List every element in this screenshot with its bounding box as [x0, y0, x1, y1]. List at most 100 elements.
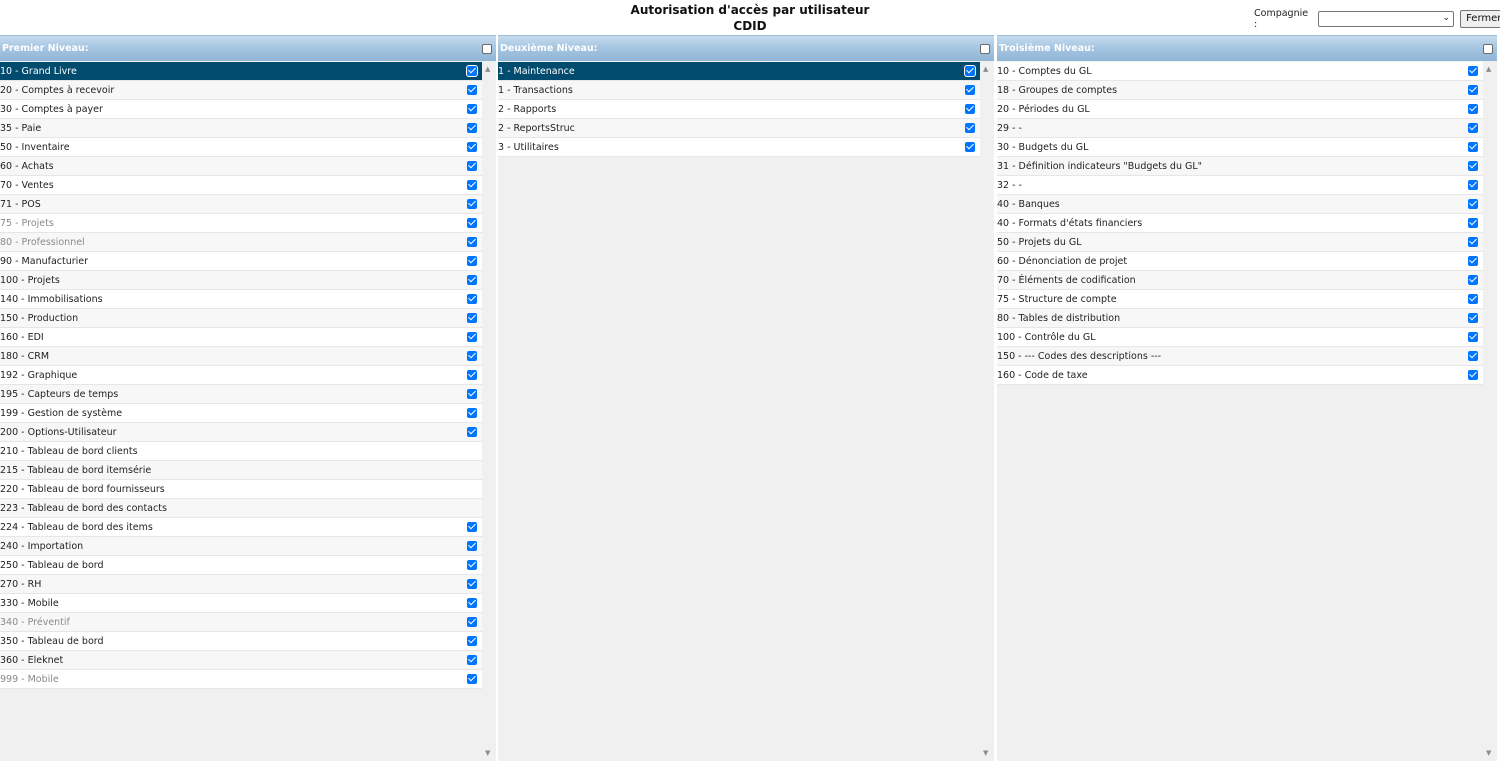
list-item[interactable]: 220 - Tableau de bord fournisseurs	[0, 480, 482, 499]
scrollbar[interactable]: ▲ ▼	[1483, 62, 1497, 761]
scroll-up-icon[interactable]: ▲	[485, 65, 490, 73]
item-checkbox[interactable]	[467, 351, 477, 361]
list-item[interactable]: 30 - Budgets du GL	[997, 138, 1483, 157]
item-checkbox[interactable]	[467, 218, 477, 228]
list-item[interactable]: 160 - Code de taxe	[997, 366, 1483, 385]
item-checkbox[interactable]	[467, 560, 477, 570]
item-checkbox[interactable]	[1468, 332, 1478, 342]
item-checkbox[interactable]	[1468, 294, 1478, 304]
list-item[interactable]: 150 - Production	[0, 309, 482, 328]
item-checkbox[interactable]	[467, 199, 477, 209]
item-checkbox[interactable]	[965, 104, 975, 114]
list-item[interactable]: 50 - Projets du GL	[997, 233, 1483, 252]
list-item[interactable]: 70 - Ventes	[0, 176, 482, 195]
item-checkbox[interactable]	[1468, 256, 1478, 266]
list-item[interactable]: 80 - Tables de distribution	[997, 309, 1483, 328]
list-item[interactable]: 10 - Comptes du GL	[997, 62, 1483, 81]
item-checkbox[interactable]	[467, 275, 477, 285]
list-item[interactable]: 60 - Achats	[0, 157, 482, 176]
list-item[interactable]: 20 - Comptes à recevoir	[0, 81, 482, 100]
select-all-checkbox[interactable]	[482, 43, 492, 54]
item-checkbox[interactable]	[467, 104, 477, 114]
scroll-down-icon[interactable]: ▼	[1486, 749, 1491, 757]
item-checkbox[interactable]	[467, 313, 477, 323]
item-checkbox[interactable]	[467, 180, 477, 190]
scroll-down-icon[interactable]: ▼	[983, 749, 988, 757]
item-checkbox[interactable]	[467, 598, 477, 608]
item-checkbox[interactable]	[467, 66, 477, 76]
scroll-down-icon[interactable]: ▼	[485, 749, 490, 757]
scrollbar[interactable]: ▲ ▼	[482, 62, 496, 761]
item-checkbox[interactable]	[1468, 104, 1478, 114]
list-item[interactable]: 200 - Options-Utilisateur	[0, 423, 482, 442]
list-item[interactable]: 20 - Périodes du GL	[997, 100, 1483, 119]
list-item[interactable]: 350 - Tableau de bord	[0, 632, 482, 651]
item-checkbox[interactable]	[965, 123, 975, 133]
item-checkbox[interactable]	[467, 370, 477, 380]
item-checkbox[interactable]	[1468, 161, 1478, 171]
list-item[interactable]: 30 - Comptes à payer	[0, 100, 482, 119]
item-checkbox[interactable]	[467, 674, 477, 684]
item-checkbox[interactable]	[1468, 218, 1478, 228]
list-item[interactable]: 100 - Projets	[0, 271, 482, 290]
item-checkbox[interactable]	[467, 617, 477, 627]
scroll-up-icon[interactable]: ▲	[1486, 65, 1491, 73]
list-item[interactable]: 250 - Tableau de bord	[0, 556, 482, 575]
item-checkbox[interactable]	[467, 142, 477, 152]
list-item[interactable]: 32 - -	[997, 176, 1483, 195]
item-checkbox[interactable]	[467, 332, 477, 342]
list-item[interactable]: 360 - Eleknet	[0, 651, 482, 670]
item-checkbox[interactable]	[1468, 237, 1478, 247]
item-checkbox[interactable]	[1468, 351, 1478, 361]
scroll-up-icon[interactable]: ▲	[983, 65, 988, 73]
item-checkbox[interactable]	[1468, 313, 1478, 323]
list-item[interactable]: 29 - -	[997, 119, 1483, 138]
list-item[interactable]: 40 - Banques	[997, 195, 1483, 214]
item-checkbox[interactable]	[467, 541, 477, 551]
list-item[interactable]: 90 - Manufacturier	[0, 252, 482, 271]
item-checkbox[interactable]	[467, 427, 477, 437]
item-checkbox[interactable]	[467, 161, 477, 171]
list-item[interactable]: 60 - Dénonciation de projet	[997, 252, 1483, 271]
list-item[interactable]: 3 - Utilitaires	[498, 138, 980, 157]
item-checkbox[interactable]	[1468, 85, 1478, 95]
item-checkbox[interactable]	[467, 655, 477, 665]
list-item[interactable]: 199 - Gestion de système	[0, 404, 482, 423]
list-item[interactable]: 10 - Grand Livre	[0, 62, 482, 81]
list-item[interactable]: 80 - Professionnel	[0, 233, 482, 252]
select-all-checkbox[interactable]	[980, 43, 990, 54]
item-checkbox[interactable]	[467, 237, 477, 247]
list-item[interactable]: 195 - Capteurs de temps	[0, 385, 482, 404]
list-item[interactable]: 240 - Importation	[0, 537, 482, 556]
list-item[interactable]: 35 - Paie	[0, 119, 482, 138]
item-checkbox[interactable]	[1468, 275, 1478, 285]
list-item[interactable]: 2 - ReportsStruc	[498, 119, 980, 138]
list-item[interactable]: 70 - Éléments de codification	[997, 271, 1483, 290]
item-checkbox[interactable]	[467, 389, 477, 399]
item-checkbox[interactable]	[467, 408, 477, 418]
item-checkbox[interactable]	[1468, 370, 1478, 380]
select-all-checkbox[interactable]	[1483, 43, 1493, 54]
list-item[interactable]: 340 - Préventif	[0, 613, 482, 632]
company-select[interactable]: ⌄	[1318, 11, 1455, 27]
list-item[interactable]: 215 - Tableau de bord itemsérie	[0, 461, 482, 480]
item-checkbox[interactable]	[1468, 142, 1478, 152]
list-item[interactable]: 210 - Tableau de bord clients	[0, 442, 482, 461]
list-item[interactable]: 999 - Mobile	[0, 670, 482, 689]
item-checkbox[interactable]	[467, 636, 477, 646]
list-item[interactable]: 1 - Maintenance	[498, 62, 980, 81]
item-checkbox[interactable]	[965, 66, 975, 76]
item-checkbox[interactable]	[467, 256, 477, 266]
list-item[interactable]: 330 - Mobile	[0, 594, 482, 613]
item-checkbox[interactable]	[467, 579, 477, 589]
list-item[interactable]: 192 - Graphique	[0, 366, 482, 385]
item-checkbox[interactable]	[1468, 66, 1478, 76]
list-item[interactable]: 2 - Rapports	[498, 100, 980, 119]
list-item[interactable]: 160 - EDI	[0, 328, 482, 347]
list-item[interactable]: 224 - Tableau de bord des items	[0, 518, 482, 537]
close-button[interactable]: Fermer	[1460, 10, 1500, 28]
item-checkbox[interactable]	[1468, 199, 1478, 209]
list-item[interactable]: 100 - Contrôle du GL	[997, 328, 1483, 347]
item-checkbox[interactable]	[467, 294, 477, 304]
item-checkbox[interactable]	[965, 85, 975, 95]
